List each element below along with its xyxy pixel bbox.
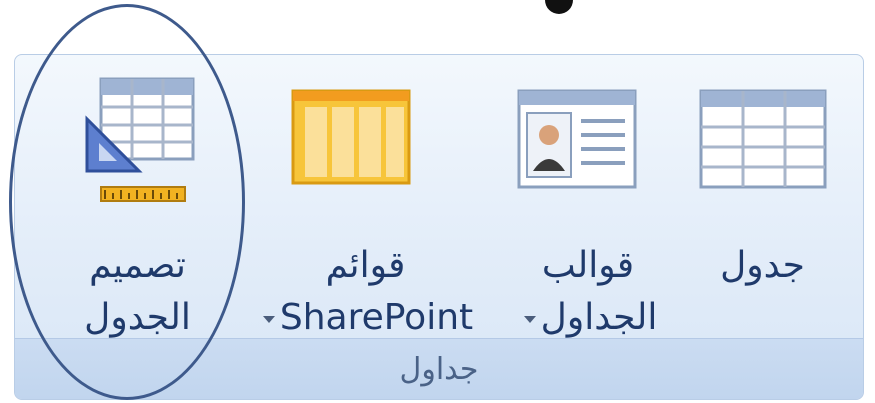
table-templates-icon — [517, 89, 637, 189]
table-templates-label-line2-row: الجداول — [503, 295, 673, 341]
group-label-bar: جداول — [15, 338, 863, 399]
table-label: جدول — [720, 245, 805, 286]
table-button[interactable]: جدول — [685, 73, 840, 335]
group-label: جداول — [399, 351, 479, 387]
sharepoint-lists-label-line1: قوائم — [325, 245, 406, 286]
ribbon-group-tables: تصميم الجدول قوائم SharePoint قوالب الجد… — [14, 54, 864, 400]
table-templates-button[interactable]: قوالب الجداول — [503, 73, 673, 338]
sharepoint-lists-label-line2-row: SharePoint — [233, 295, 498, 341]
table-design-icon — [85, 77, 195, 202]
table-icon — [699, 89, 827, 189]
sharepoint-lists-icon — [291, 89, 411, 185]
table-design-label-line2: الجدول — [84, 297, 191, 338]
sharepoint-lists-button[interactable]: قوائم SharePoint — [233, 73, 498, 338]
sharepoint-lists-label-line2: SharePoint — [279, 297, 474, 338]
chevron-down-icon[interactable] — [262, 315, 275, 323]
table-design-button[interactable]: تصميم الجدول — [45, 73, 230, 338]
chevron-down-icon[interactable] — [523, 315, 536, 323]
table-templates-label-line2: الجداول — [540, 297, 658, 338]
cropped-text-fragment — [545, 0, 573, 14]
table-templates-label-line1: قوالب — [541, 245, 635, 286]
table-design-label-line1: تصميم — [89, 245, 186, 286]
